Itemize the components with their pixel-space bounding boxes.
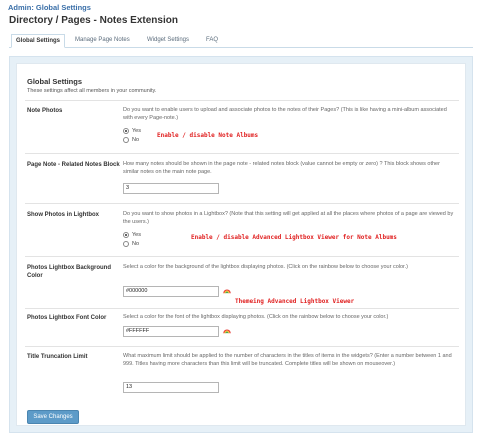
font-color-input[interactable]: #FFFFFF (123, 326, 219, 337)
note-photos-label: Note Photos (27, 108, 63, 114)
radio-no-label: No (132, 241, 140, 247)
radio-yes-label: Yes (132, 128, 141, 134)
truncation-description: What maximum limit should be applied to … (123, 353, 452, 367)
admin-breadcrumb: Admin: Global Settings (8, 3, 91, 12)
tab-faq[interactable]: FAQ (202, 34, 222, 48)
annotation-lightbox-viewer: Enable / disable Advanced Lightbox Viewe… (191, 234, 397, 241)
divider (25, 100, 459, 101)
radio-unchecked-icon (123, 137, 129, 143)
lightbox-label: Show Photos in Lightbox (27, 212, 99, 218)
tab-widget-settings[interactable]: Widget Settings (143, 34, 193, 48)
divider (25, 308, 459, 309)
lightbox-yes-radio[interactable]: Yes (123, 232, 141, 238)
rainbow-color-picker-icon[interactable] (223, 286, 231, 294)
radio-yes-label: Yes (132, 232, 141, 238)
font-color-label: Photos Lightbox Font Color (27, 315, 107, 321)
font-color-description: Select a color for the font of the light… (123, 314, 389, 320)
section-title: Global Settings (27, 77, 83, 86)
bg-color-label: Photos Lightbox Background Color (27, 265, 111, 279)
lightbox-no-radio[interactable]: No (123, 241, 139, 247)
tab-global-settings[interactable]: Global Settings (11, 34, 66, 48)
lightbox-description: Do you want to show photos in a Lightbox… (123, 211, 454, 225)
truncation-input[interactable]: 13 (123, 382, 219, 393)
radio-checked-icon (123, 128, 129, 134)
save-changes-button[interactable]: Save Changes (27, 410, 79, 424)
tab-manage-page-notes[interactable]: Manage Page Notes (71, 34, 134, 48)
divider (25, 346, 459, 347)
related-notes-description: How many notes should be shown in the pa… (123, 161, 440, 175)
settings-panel: Global Settings These settings affect al… (9, 56, 473, 433)
divider (25, 153, 459, 154)
section-description: These settings affect all members in you… (27, 88, 157, 94)
divider (25, 203, 459, 204)
note-photos-description: Do you want to enable users to upload an… (123, 107, 447, 121)
note-photos-no-radio[interactable]: No (123, 137, 139, 143)
annotation-note-albums: Enable / disable Note Albums (157, 132, 259, 139)
annotation-theming: Themeing Advanced Lightbox Viewer (235, 298, 355, 305)
settings-form: Global Settings These settings affect al… (16, 63, 466, 426)
bg-color-input[interactable]: #000000 (123, 286, 219, 297)
radio-checked-icon (123, 232, 129, 238)
radio-unchecked-icon (123, 241, 129, 247)
radio-no-label: No (132, 137, 140, 143)
note-photos-yes-radio[interactable]: Yes (123, 128, 141, 134)
tab-bar: Global Settings Manage Page Notes Widget… (9, 34, 473, 48)
rainbow-color-picker-icon[interactable] (223, 326, 231, 334)
bg-color-description: Select a color for the background of the… (123, 264, 408, 270)
related-notes-label: Page Note - Related Notes Block (27, 162, 120, 168)
page-title: Directory / Pages - Notes Extension (9, 15, 178, 26)
divider (25, 256, 459, 257)
related-notes-input[interactable]: 3 (123, 183, 219, 194)
truncation-label: Title Truncation Limit (27, 354, 88, 360)
